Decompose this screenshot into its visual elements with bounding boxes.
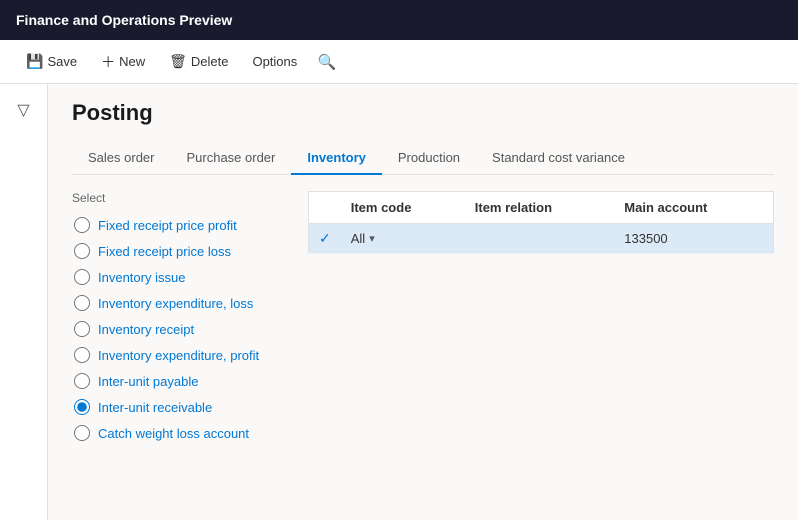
delete-icon: 🗑 bbox=[169, 53, 187, 70]
radio-inventory-issue[interactable] bbox=[74, 269, 90, 285]
radio-fixed-receipt-price-loss[interactable] bbox=[74, 243, 90, 259]
filter-icon: ▽ bbox=[17, 100, 29, 120]
app-title: Finance and Operations Preview bbox=[16, 12, 232, 28]
radio-list: Fixed receipt price profit Fixed receipt … bbox=[72, 213, 292, 445]
radio-label-inter-unit-receivable: Inter-unit receivable bbox=[98, 400, 212, 415]
radio-label-inventory-expenditure-loss: Inventory expenditure, loss bbox=[98, 296, 253, 311]
page-title: Posting bbox=[72, 100, 774, 126]
col-header-item-relation: Item relation bbox=[465, 192, 615, 224]
radio-item-inventory-expenditure-loss[interactable]: Inventory expenditure, loss bbox=[72, 291, 292, 315]
tab-inventory[interactable]: Inventory bbox=[291, 142, 382, 175]
radio-inventory-receipt[interactable] bbox=[74, 321, 90, 337]
filter-button[interactable]: ▽ bbox=[6, 92, 42, 128]
top-bar: Finance and Operations Preview bbox=[0, 0, 798, 40]
radio-label-fixed-receipt-price-profit: Fixed receipt price profit bbox=[98, 218, 237, 233]
save-button[interactable]: 💾 Save bbox=[16, 47, 87, 76]
new-icon: ＋ bbox=[101, 52, 115, 72]
radio-item-catch-weight-loss-account[interactable]: Catch weight loss account bbox=[72, 421, 292, 445]
content-panel: Select Fixed receipt price profitFixed r… bbox=[72, 191, 774, 445]
cell-item-relation[interactable] bbox=[465, 224, 615, 254]
data-grid: Item codeItem relationMain account ✓ All▾… bbox=[308, 191, 774, 445]
select-label: Select bbox=[72, 191, 292, 205]
radio-item-inventory-expenditure-profit[interactable]: Inventory expenditure, profit bbox=[72, 343, 292, 367]
search-icon: 🔍 bbox=[318, 53, 337, 71]
options-button[interactable]: Options bbox=[242, 48, 307, 75]
cell-main-account[interactable]: 133500 bbox=[614, 224, 773, 254]
radio-label-inter-unit-payable: Inter-unit payable bbox=[98, 374, 198, 389]
radio-label-catch-weight-loss-account: Catch weight loss account bbox=[98, 426, 249, 441]
grid-table: Item codeItem relationMain account ✓ All▾… bbox=[308, 191, 774, 254]
radio-item-inter-unit-payable[interactable]: Inter-unit payable bbox=[72, 369, 292, 393]
save-icon: 💾 bbox=[26, 53, 43, 70]
left-sidebar: ▽ bbox=[0, 84, 48, 520]
tab-production[interactable]: Production bbox=[382, 142, 476, 175]
radio-label-inventory-receipt: Inventory receipt bbox=[98, 322, 194, 337]
col-header-item-code: Item code bbox=[341, 192, 465, 224]
radio-item-inventory-receipt[interactable]: Inventory receipt bbox=[72, 317, 292, 341]
radio-fixed-receipt-price-profit[interactable] bbox=[74, 217, 90, 233]
row-check: ✓ bbox=[309, 224, 341, 254]
toolbar: 💾 Save ＋ New 🗑 Delete Options 🔍 bbox=[0, 40, 798, 84]
radio-inter-unit-receivable[interactable] bbox=[74, 399, 90, 415]
radio-item-fixed-receipt-price-profit[interactable]: Fixed receipt price profit bbox=[72, 213, 292, 237]
delete-button[interactable]: 🗑 Delete bbox=[159, 47, 238, 76]
radio-label-inventory-issue: Inventory issue bbox=[98, 270, 185, 285]
col-header-check bbox=[309, 192, 341, 224]
radio-catch-weight-loss-account[interactable] bbox=[74, 425, 90, 441]
select-section: Select Fixed receipt price profitFixed r… bbox=[72, 191, 292, 445]
radio-inventory-expenditure-loss[interactable] bbox=[74, 295, 90, 311]
tab-purchase-order[interactable]: Purchase order bbox=[170, 142, 291, 175]
radio-label-fixed-receipt-price-loss: Fixed receipt price loss bbox=[98, 244, 231, 259]
main-layout: ▽ Posting Sales orderPurchase orderInven… bbox=[0, 84, 798, 520]
tab-sales-order[interactable]: Sales order bbox=[72, 142, 170, 175]
dropdown-arrow-icon[interactable]: ▾ bbox=[369, 232, 375, 245]
new-button[interactable]: ＋ New bbox=[91, 46, 155, 78]
radio-item-fixed-receipt-price-loss[interactable]: Fixed receipt price loss bbox=[72, 239, 292, 263]
tabs-bar: Sales orderPurchase orderInventoryProduc… bbox=[72, 142, 774, 175]
col-header-main-account: Main account bbox=[614, 192, 773, 224]
check-icon: ✓ bbox=[319, 230, 331, 246]
content-area: Posting Sales orderPurchase orderInvento… bbox=[48, 84, 798, 520]
search-button[interactable]: 🔍 bbox=[311, 46, 343, 78]
radio-item-inventory-issue[interactable]: Inventory issue bbox=[72, 265, 292, 289]
table-row[interactable]: ✓ All▾ 133500 bbox=[309, 224, 774, 254]
radio-inventory-expenditure-profit[interactable] bbox=[74, 347, 90, 363]
radio-inter-unit-payable[interactable] bbox=[74, 373, 90, 389]
radio-label-inventory-expenditure-profit: Inventory expenditure, profit bbox=[98, 348, 259, 363]
cell-item-code[interactable]: All▾ bbox=[341, 224, 465, 254]
tab-standard-cost-variance[interactable]: Standard cost variance bbox=[476, 142, 641, 175]
radio-item-inter-unit-receivable[interactable]: Inter-unit receivable bbox=[72, 395, 292, 419]
